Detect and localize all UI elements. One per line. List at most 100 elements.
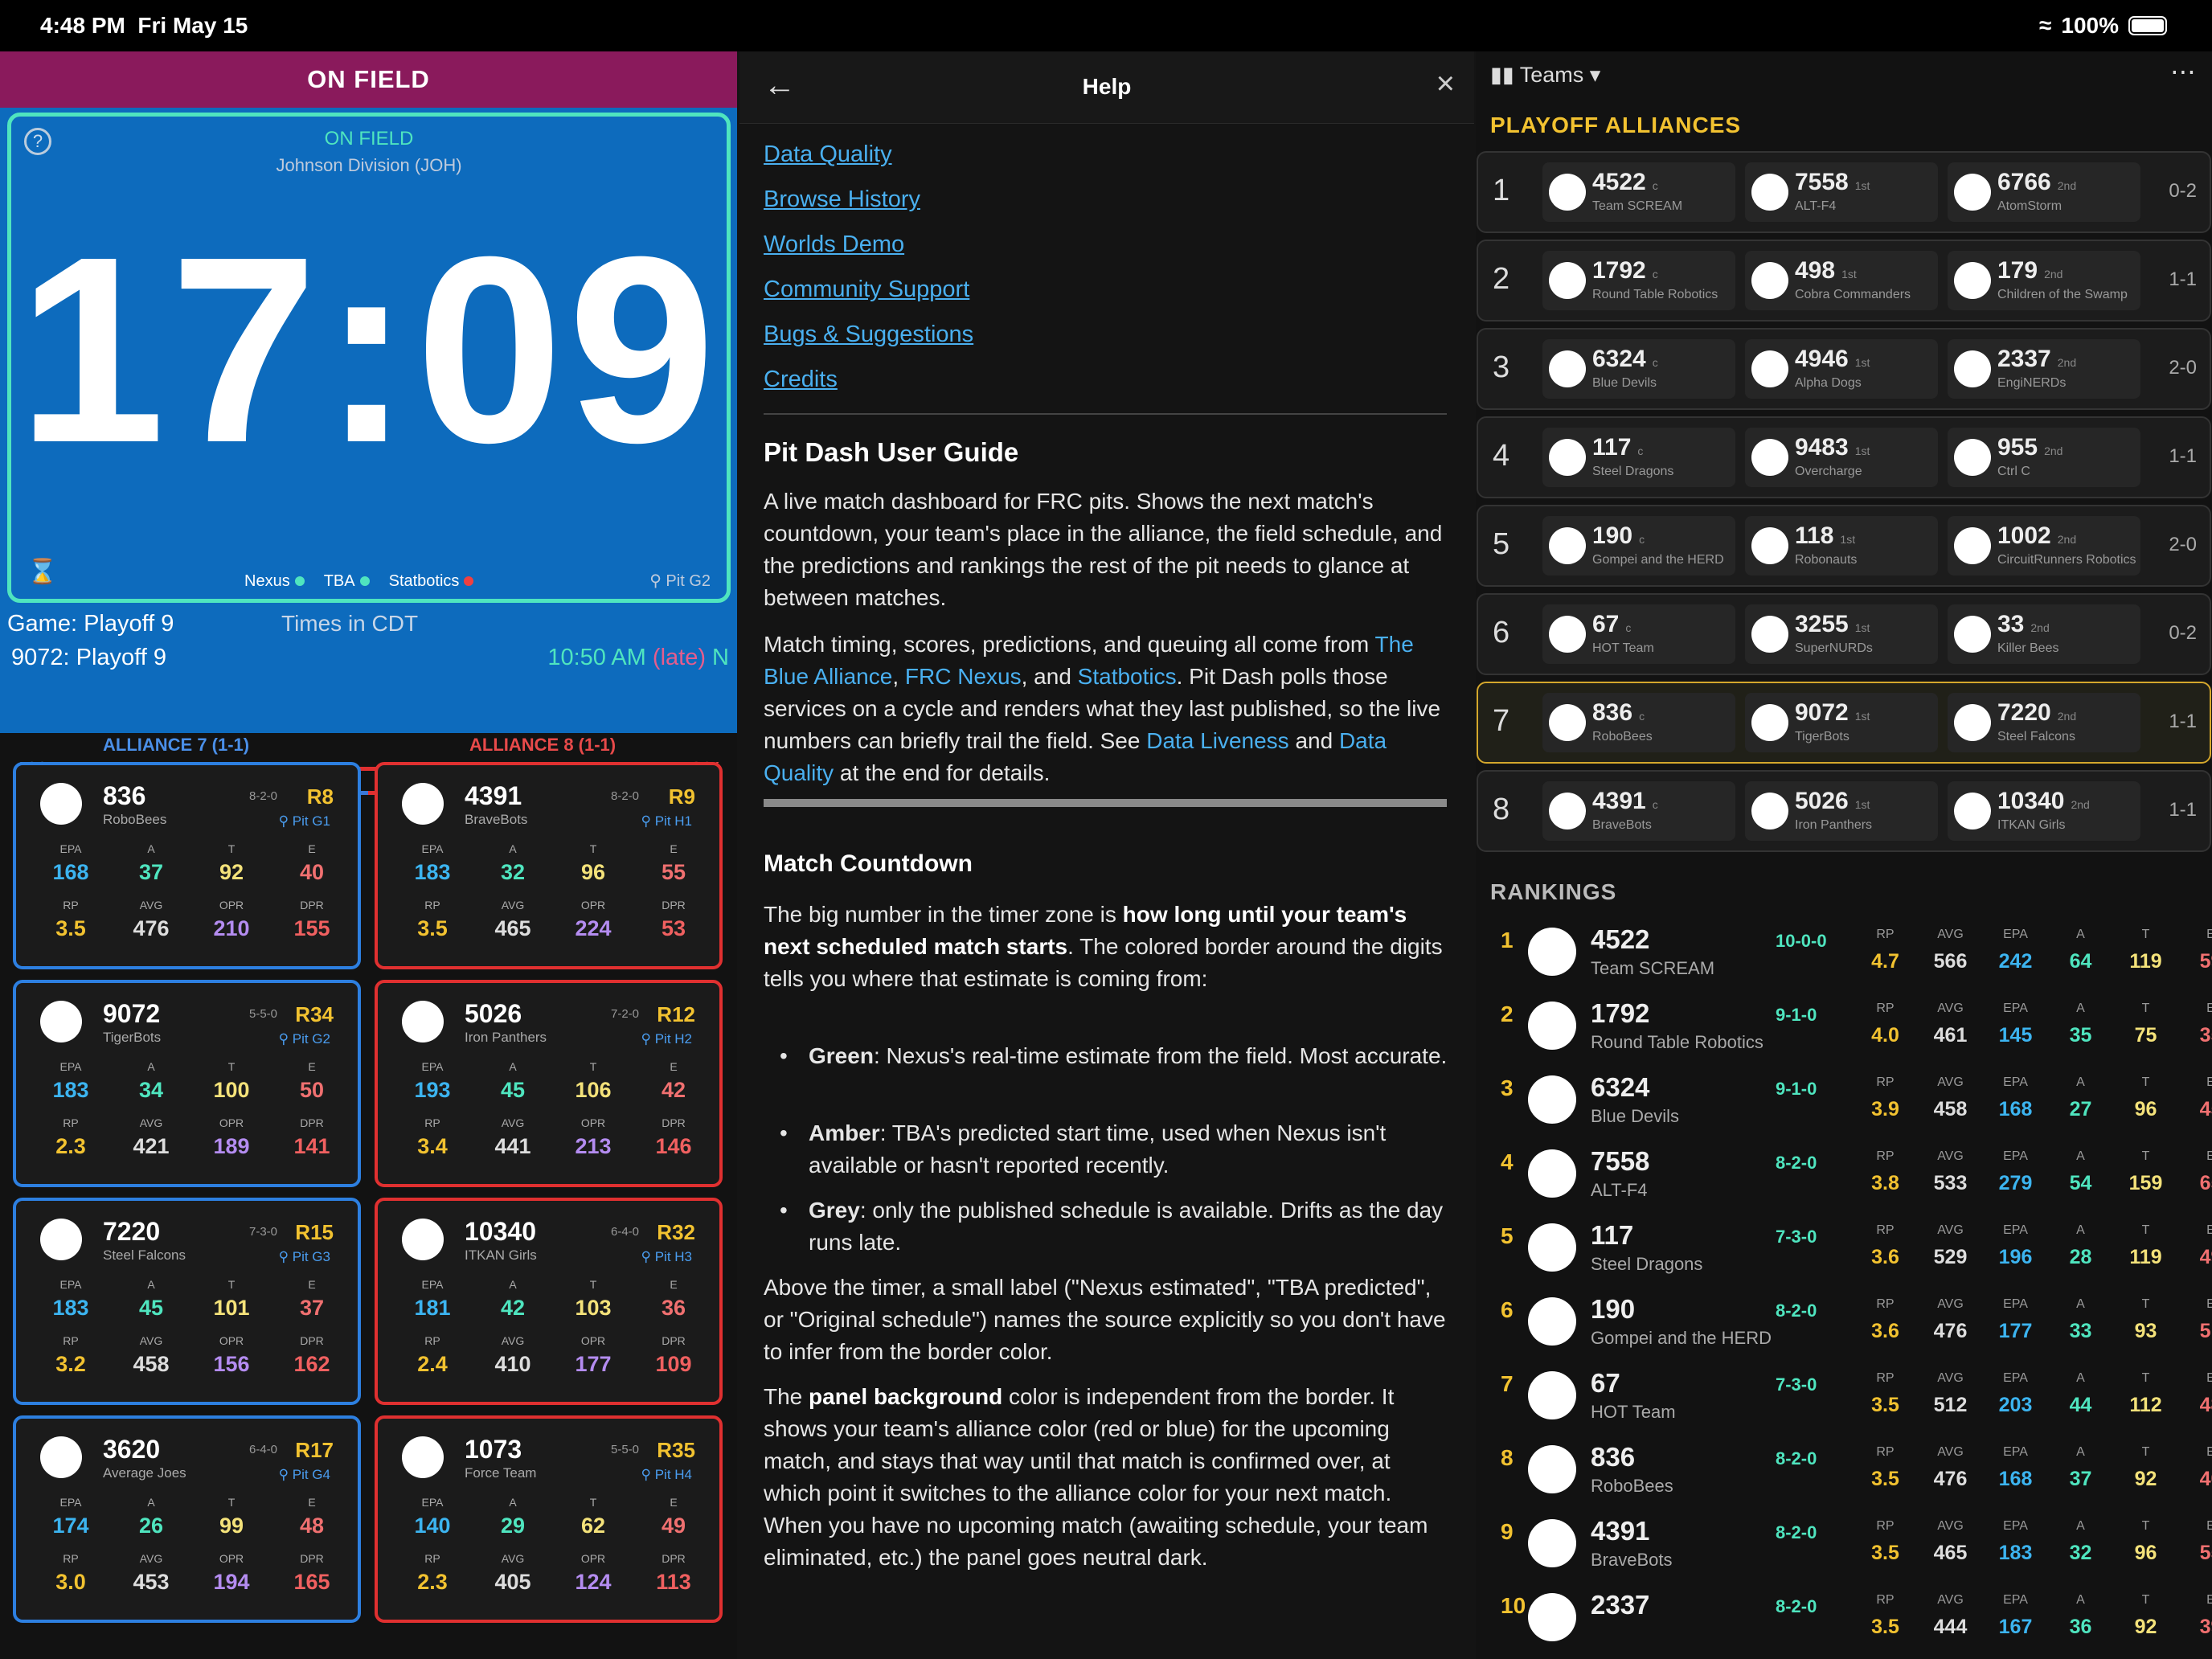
alliance-team[interactable]: 10340 2nd ITKAN Girls xyxy=(1948,781,2140,841)
link-statbotics[interactable]: Statbotics xyxy=(1078,664,1177,689)
alliance-team[interactable]: 117 c Steel Dragons xyxy=(1542,428,1735,487)
link-worlds-demo[interactable]: Worlds Demo xyxy=(764,222,973,267)
alliance-team[interactable]: 4522 c Team SCREAM xyxy=(1542,162,1735,222)
team-card[interactable]: 7220 Steel Falcons 7-3-0 R15 ⚲ Pit G3 EP… xyxy=(13,1198,361,1405)
ranking-row[interactable]: 5 117 Steel Dragons 7-3-0 RP 3.6 AVG 529 EPA… xyxy=(1477,1215,2212,1289)
stat-value: 3.5 xyxy=(1871,1468,1899,1490)
ranking-row[interactable]: 3 6324 Blue Devils 9-1-0 RP 3.9 AVG 458 EPA 1… xyxy=(1477,1067,2212,1141)
alliance-team[interactable]: 836 c RoboBees xyxy=(1542,693,1735,752)
alliance-row[interactable]: 4 117 c Steel Dragons 9483 1st Overcharge … xyxy=(1477,416,2211,498)
more-icon[interactable]: ⋯ xyxy=(2170,56,2196,87)
stat-header: T xyxy=(227,1496,236,1509)
ranking-row[interactable]: 1 4522 Team SCREAM 10-0-0 RP 4.7 AVG 566 EPA… xyxy=(1477,920,2212,993)
alliance-record: 0-2 xyxy=(2169,180,2197,202)
alliance-team[interactable]: 9072 1st TigerBots xyxy=(1745,693,1938,752)
alliance-row[interactable]: 8 4391 c BraveBots 5026 1st Iron Panthers … xyxy=(1477,770,2211,852)
stat-value: 48 xyxy=(2199,1394,2212,1416)
stat-value: 183 xyxy=(1998,1542,2033,1564)
alliance-team[interactable]: 7220 2nd Steel Falcons xyxy=(1948,693,2140,752)
team-card[interactable]: 10340 ITKAN Girls 6-4-0 R32 ⚲ Pit H3 EPA… xyxy=(375,1198,723,1405)
team-card[interactable]: 836 RoboBees 8-2-0 R8 ⚲ Pit G1 EPA A T E 16… xyxy=(13,762,361,969)
stat-header: EPA xyxy=(2003,1445,2028,1459)
alliance-row[interactable]: 5 190 c Gompei and the HERD 118 1st Robona… xyxy=(1477,505,2211,587)
alliance-team[interactable]: 6766 2nd AtomStorm xyxy=(1948,162,2140,222)
stat-header: EPA xyxy=(2003,1223,2028,1237)
team-name: ITKAN Girls xyxy=(465,1247,537,1263)
team-card[interactable]: 4391 BraveBots 8-2-0 R9 ⚲ Pit H1 EPA A T E … xyxy=(375,762,723,969)
stat-header: T xyxy=(2141,1002,2150,1015)
stat-value: 54 xyxy=(2069,1172,2092,1194)
ranking-row[interactable]: 7 67 HOT Team 7-3-0 RP 3.5 AVG 512 EPA 203 A 44… xyxy=(1477,1363,2212,1437)
alliance-team[interactable]: 33 2nd Killer Bees xyxy=(1948,604,2140,664)
alliance-team[interactable]: 9483 1st Overcharge xyxy=(1745,428,1938,487)
ranking-row[interactable]: 6 190 Gompei and the HERD 8-2-0 RP 3.6 AVG… xyxy=(1477,1289,2212,1363)
help-title: Help xyxy=(1082,74,1132,99)
on-field-panel: ON FIELD ? ON FIELD Johnson Division (JO… xyxy=(0,51,737,1659)
stat-header: A xyxy=(509,1278,517,1291)
alliance-row[interactable]: 3 6324 c Blue Devils 4946 1st Alpha Dogs 2… xyxy=(1477,328,2211,410)
alliance-team[interactable]: 4946 1st Alpha Dogs xyxy=(1745,339,1938,399)
team-logo xyxy=(1528,1149,1576,1198)
alliance-team[interactable]: 179 2nd Children of the Swamp xyxy=(1948,251,2140,310)
team-record: 8-2-0 xyxy=(611,789,640,803)
team-card[interactable]: 1073 Force Team 5-5-0 R35 ⚲ Pit H4 EPA A T… xyxy=(375,1415,723,1623)
alliance-team[interactable]: 1002 2nd CircuitRunners Robotics xyxy=(1948,516,2140,576)
link-browse-history[interactable]: Browse History xyxy=(764,177,973,222)
link-community-support[interactable]: Community Support xyxy=(764,267,973,312)
team-record: 7-3-0 xyxy=(249,1225,278,1239)
team-card[interactable]: 5026 Iron Panthers 7-2-0 R12 ⚲ Pit H2 EP… xyxy=(375,980,723,1187)
team-logo xyxy=(402,1436,444,1478)
stat-value: 210 xyxy=(213,916,250,940)
alliance-row[interactable]: 6 67 c HOT Team 3255 1st SuperNURDs 33 2nd … xyxy=(1477,593,2211,675)
team-logo xyxy=(1954,793,1991,830)
alliance-team[interactable]: 2337 2nd EngiNERDs xyxy=(1948,339,2140,399)
ranking-row[interactable]: 9 4391 BraveBots 8-2-0 RP 3.5 AVG 465 EPA 183… xyxy=(1477,1511,2212,1585)
ranking-row[interactable]: 10 2337 8-2-0 RP 3.5 AVG 444 EPA 167 A 36 T 92 E 39 xyxy=(1477,1585,2212,1659)
link-bugs-suggestions[interactable]: Bugs & Suggestions xyxy=(764,312,973,357)
stat-header: AVG xyxy=(139,1334,163,1347)
stat-grid: EPA A T E 140 29 62 49 RP AVG OPR DPR 2.3 405 124 11… xyxy=(392,1496,714,1608)
alliance-row[interactable]: 7 836 c RoboBees 9072 1st TigerBots 7220 2n… xyxy=(1477,682,2211,764)
status-date: Fri May 15 xyxy=(137,13,248,38)
alliance-team[interactable]: 1792 c Round Table Robotics xyxy=(1542,251,1735,310)
team-number: 179 xyxy=(1997,257,2038,284)
ranking-row[interactable]: 8 836 RoboBees 8-2-0 RP 3.5 AVG 476 EPA 168 A 3… xyxy=(1477,1437,2212,1511)
stat-value: 35 xyxy=(2069,1024,2092,1047)
alliance-team[interactable]: 4391 c BraveBots xyxy=(1542,781,1735,841)
alliance-team[interactable]: 3255 1st SuperNURDs xyxy=(1745,604,1938,664)
link-nexus[interactable]: FRC Nexus xyxy=(905,664,1022,689)
link-data-quality[interactable]: Data Quality xyxy=(764,132,973,177)
alliance-row[interactable]: 1 4522 c Team SCREAM 7558 1st ALT-F4 6766 2… xyxy=(1477,151,2211,233)
team-card[interactable]: 9072 TigerBots 5-5-0 R34 ⚲ Pit G2 EPA A T E… xyxy=(13,980,361,1187)
link-data-liveness[interactable]: Data Liveness xyxy=(1146,728,1288,753)
team-card[interactable]: 3620 Average Joes 6-4-0 R17 ⚲ Pit G4 EPA… xyxy=(13,1415,361,1623)
stat-header: E xyxy=(670,842,678,855)
alliance-team[interactable]: 955 2nd Ctrl C xyxy=(1948,428,2140,487)
team-name: ALT-F4 xyxy=(1591,1180,1648,1200)
teams-header: ▮▮ Teams ▾ ⋯ xyxy=(1476,51,2212,100)
ranking-row[interactable]: 2 1792 Round Table Robotics 9-1-0 RP 4.0 A… xyxy=(1477,993,2212,1067)
stat-header: A xyxy=(2076,1593,2085,1607)
alliance-team[interactable]: 6324 c Blue Devils xyxy=(1542,339,1735,399)
alliance-row[interactable]: 2 1792 c Round Table Robotics 498 1st Cobr… xyxy=(1477,240,2211,322)
teams-dropdown[interactable]: ▮▮ Teams ▾ xyxy=(1490,63,1600,88)
ranking-row[interactable]: 4 7558 ALT-F4 8-2-0 RP 3.8 AVG 533 EPA 279 A 54… xyxy=(1477,1141,2212,1215)
alliance-team[interactable]: 118 1st Robonauts xyxy=(1745,516,1938,576)
pick-tag: 1st xyxy=(1840,533,1856,546)
team-number: 67 xyxy=(1591,1368,1620,1398)
alliance-team[interactable]: 5026 1st Iron Panthers xyxy=(1745,781,1938,841)
stat-value: 92 xyxy=(219,860,244,884)
link-credits[interactable]: Credits xyxy=(764,357,973,402)
alliance-number: 8 xyxy=(1493,793,1510,826)
rank-number: 3 xyxy=(1501,1075,1514,1100)
team-name: Team SCREAM xyxy=(1592,199,1683,213)
countdown-heading: Match Countdown xyxy=(764,850,973,877)
alliance-team[interactable]: 498 1st Cobra Commanders xyxy=(1745,251,1938,310)
alliance-team[interactable]: 67 c HOT Team xyxy=(1542,604,1735,664)
close-icon[interactable]: × xyxy=(1436,66,1455,102)
alliance-team[interactable]: 7558 1st ALT-F4 xyxy=(1745,162,1938,222)
stat-header: OPR xyxy=(219,1116,244,1129)
team-rank: R32 xyxy=(657,1220,695,1244)
alliance-team[interactable]: 190 c Gompei and the HERD xyxy=(1542,516,1735,576)
team-record: 9-1-0 xyxy=(1776,1005,1817,1025)
